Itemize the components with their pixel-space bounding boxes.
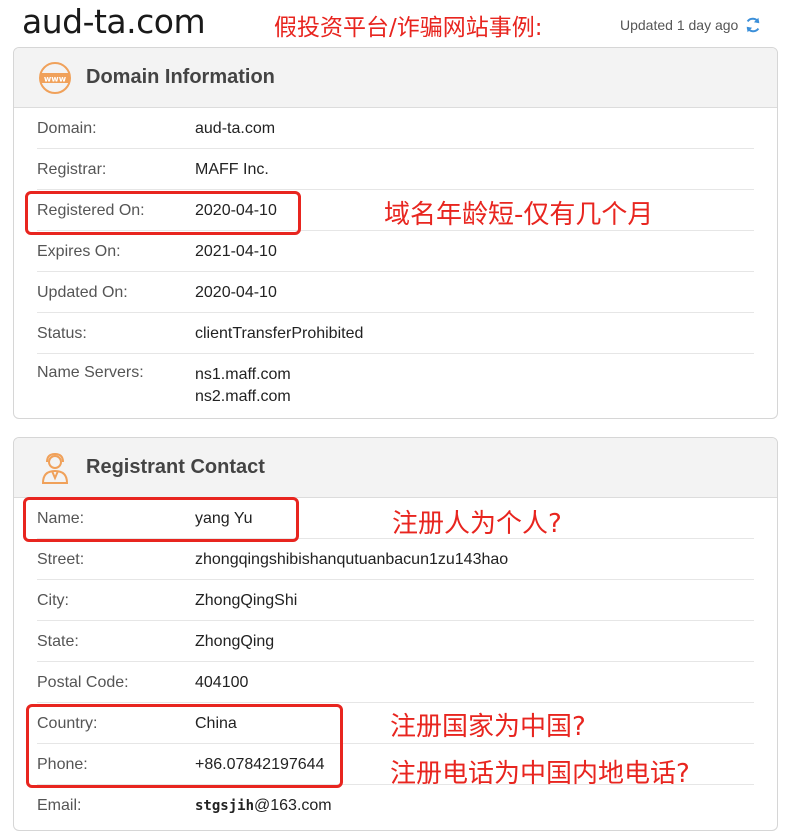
- row-status: Status: clientTransferProhibited: [37, 313, 754, 354]
- annotation-phone: 注册电话为中国内地电话?: [390, 759, 690, 789]
- refresh-icon[interactable]: [744, 16, 762, 34]
- annotation-country: 注册国家为中国?: [390, 712, 586, 742]
- updated-status[interactable]: Updated 1 day ago: [620, 16, 762, 34]
- annotation-domain-age: 域名年龄短-仅有几个月: [384, 200, 654, 230]
- domain-information-header: www Domain Information: [14, 48, 777, 108]
- highlight-name: [23, 497, 299, 542]
- row-city: City: ZhongQingShi: [37, 580, 754, 621]
- row-value: 2020-04-10: [195, 284, 277, 301]
- email-domain: @163.com: [254, 797, 332, 814]
- email-user: stgsjih: [195, 798, 255, 814]
- registrant-contact-header: Registrant Contact: [14, 438, 777, 498]
- row-domain: Domain: aud-ta.com: [37, 108, 754, 149]
- row-registrar: Registrar: MAFF Inc.: [37, 149, 754, 190]
- row-expires-on: Expires On: 2021-04-10: [37, 231, 754, 272]
- row-postal-code: Postal Code: 404100: [37, 662, 754, 703]
- updated-text: Updated 1 day ago: [620, 17, 739, 33]
- row-value: MAFF Inc.: [195, 161, 269, 178]
- row-label: Postal Code:: [37, 674, 129, 691]
- row-label: Status:: [37, 325, 87, 342]
- row-value: 404100: [195, 674, 249, 691]
- row-updated-on: Updated On: 2020-04-10: [37, 272, 754, 313]
- row-value: ZhongQing: [195, 633, 275, 650]
- name-server-2: ns2.maff.com: [195, 388, 291, 405]
- domain-information-title: Domain Information: [86, 66, 275, 88]
- row-value: clientTransferProhibited: [195, 325, 364, 342]
- row-value: zhongqingshibishanqutuanbacun1zu143hao: [195, 551, 509, 568]
- registrant-contact-title: Registrant Contact: [86, 456, 265, 478]
- highlight-country-phone: [26, 704, 343, 788]
- row-label: Name Servers:: [37, 364, 144, 381]
- banner-annotation: 假投资平台/诈骗网站事例:: [274, 15, 543, 41]
- row-label: City:: [37, 592, 69, 609]
- row-state: State: ZhongQing: [37, 621, 754, 662]
- name-server-1: ns1.maff.com: [195, 366, 291, 383]
- site-title: aud-ta.com: [22, 2, 206, 41]
- annotation-individual: 注册人为个人?: [392, 509, 562, 539]
- person-icon: [41, 452, 69, 484]
- row-value: ns1.maff.com ns2.maff.com: [195, 364, 291, 408]
- row-label: Updated On:: [37, 284, 128, 301]
- row-value: ZhongQingShi: [195, 592, 298, 609]
- row-value: 2021-04-10: [195, 243, 277, 260]
- row-value: stgsjih@163.com: [195, 797, 332, 815]
- row-label: Registrar:: [37, 161, 107, 178]
- highlight-registered-on: [25, 191, 301, 235]
- row-label: Domain:: [37, 120, 97, 137]
- www-icon: www: [39, 61, 71, 94]
- row-label: Street:: [37, 551, 85, 568]
- row-email: Email: stgsjih@163.com: [37, 785, 754, 826]
- row-label: State:: [37, 633, 79, 650]
- svg-text:www: www: [44, 74, 67, 83]
- row-value: aud-ta.com: [195, 120, 276, 137]
- row-label: Email:: [37, 797, 82, 814]
- row-street: Street: zhongqingshibishanqutuanbacun1zu1…: [37, 539, 754, 580]
- row-name-servers: Name Servers: ns1.maff.com ns2.maff.com: [37, 354, 754, 416]
- row-label: Expires On:: [37, 243, 121, 260]
